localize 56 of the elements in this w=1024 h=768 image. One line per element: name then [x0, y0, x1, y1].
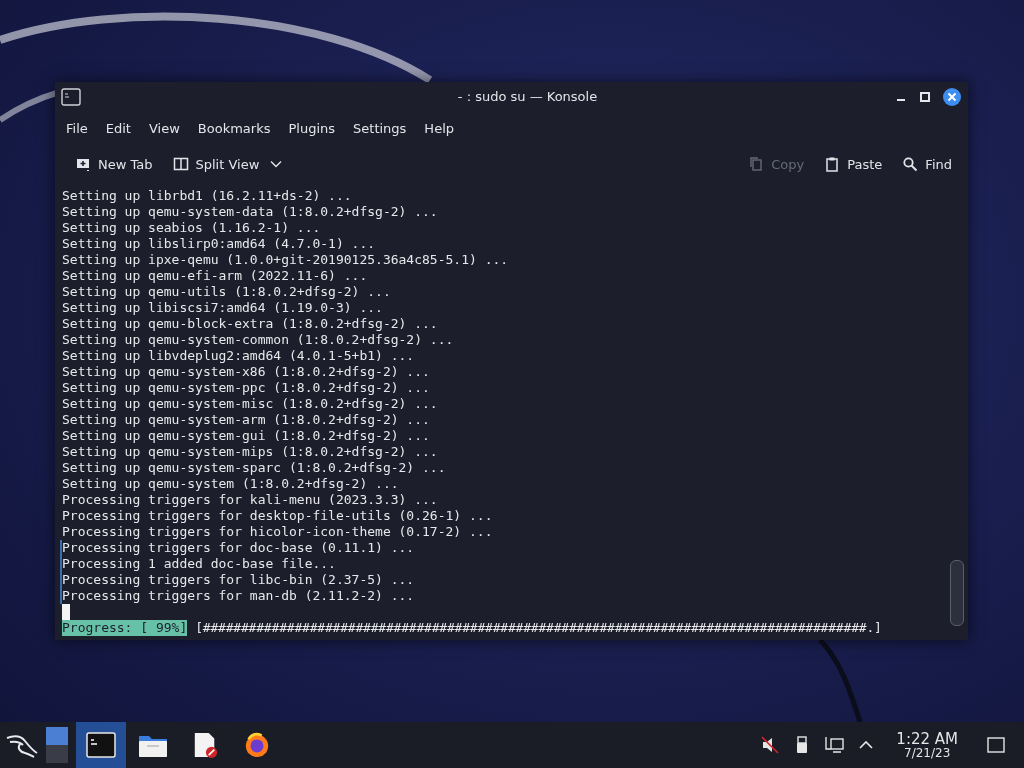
- terminal-line: Processing triggers for kali-menu (2023.3.3) ...: [61, 492, 439, 508]
- terminal-line: Setting up libslirp0:amd64 (4.7.0-1) ...: [61, 236, 377, 252]
- caret-icon: [270, 160, 283, 169]
- menu-item[interactable]: Plugins: [280, 116, 344, 140]
- terminal-line: Processing triggers for desktop-file-utils (0.26-1) ...: [61, 508, 494, 524]
- terminal-line: Setting up librbd1 (16.2.11+ds-2) ...: [61, 188, 353, 204]
- maximize-icon[interactable]: [918, 89, 932, 104]
- taskbar-app[interactable]: [76, 722, 126, 768]
- terminal-line: Setting up qemu-utils (1:8.0.2+dfsg-2) ...: [61, 284, 392, 300]
- clipboard-icon: [824, 156, 841, 173]
- terminal-line: Setting up qemu-system (1:8.0.2+dfsg-2) ...: [61, 476, 400, 492]
- terminal-icon: [86, 732, 116, 758]
- terminal-line: Setting up ipxe-qemu (1.0.0+git-20190125.36a4c85-5.1) ...: [61, 252, 510, 268]
- close-icon[interactable]: [942, 86, 962, 107]
- split-view-button[interactable]: Split View: [164, 151, 291, 178]
- terminal-line: Setting up libvdeplug2:amd64 (4.0.1-5+b1) ...: [61, 348, 416, 364]
- terminal-line: Processing triggers for doc-base (0.11.1) ...: [60, 540, 950, 556]
- terminal-line: Setting up qemu-system-arm (1:8.0.2+dfsg-2) ...: [61, 412, 431, 428]
- menu-item[interactable]: Settings: [345, 116, 415, 140]
- search-icon: [902, 156, 919, 173]
- progress-label: Progress: [ 99%]: [62, 620, 188, 636]
- menu-item[interactable]: File: [58, 116, 96, 140]
- wired-network-icon[interactable]: [824, 735, 845, 755]
- text-cursor: [62, 604, 70, 620]
- terminal-line: Setting up qemu-system-ppc (1:8.0.2+dfsg-2) ...: [61, 380, 431, 396]
- clock-time[interactable]: 1:22 AM: [896, 731, 958, 747]
- menu-item[interactable]: View: [140, 116, 188, 140]
- muted-speaker-icon[interactable]: [760, 735, 781, 755]
- terminal-line: Setting up qemu-system-data (1:8.0.2+dfsg-2) ...: [61, 204, 439, 220]
- terminal-line: Setting up qemu-system-x86 (1:8.0.2+dfsg-2) ...: [61, 364, 431, 380]
- terminal-line: Processing triggers for hicolor-icon-theme (0.17-2) ...: [61, 524, 494, 540]
- scrollbar-thumb[interactable]: [950, 560, 964, 626]
- paste-button[interactable]: Paste: [816, 151, 891, 178]
- copy-icon: [748, 156, 765, 173]
- new-tab-button[interactable]: New Tab: [67, 151, 161, 178]
- dragon-logo-icon[interactable]: [4, 732, 40, 758]
- split-view-icon: [172, 156, 189, 173]
- clock-date[interactable]: 7/21/23: [904, 746, 951, 759]
- window-title: - : sudo su — Konsole: [456, 89, 599, 105]
- new-tab-icon: [75, 156, 91, 173]
- terminal-line: Setting up seabios (1.16.2-1) ...: [61, 220, 322, 236]
- terminal-line: Setting up qemu-system-misc (1:8.0.2+dfsg-2) ...: [61, 396, 439, 412]
- terminal-line: Setting up libiscsi7:amd64 (1.19.0-3) ...: [61, 300, 384, 316]
- menu-item[interactable]: Bookmarks: [189, 116, 279, 140]
- terminal-line: Setting up qemu-block-extra (1:8.0.2+dfsg-2) ...: [61, 316, 439, 332]
- terminal-line: Setting up qemu-system-gui (1:8.0.2+dfsg-2) ...: [61, 428, 431, 444]
- terminal-line: Setting up qemu-system-common (1:8.0.2+dfsg-2) ...: [61, 332, 455, 348]
- show-desktop-icon[interactable]: [986, 735, 1006, 755]
- terminal-icon: [61, 87, 81, 106]
- menu-item[interactable]: Edit: [97, 116, 139, 140]
- find-button[interactable]: Find: [894, 151, 960, 178]
- terminal-line: Setting up qemu-system-sparc (1:8.0.2+dfsg-2) ...: [61, 460, 447, 476]
- menu-item[interactable]: Help: [416, 116, 462, 140]
- terminal-line: Setting up qemu-system-mips (1:8.0.2+dfsg-2) ...: [61, 444, 439, 460]
- progress-bar-text: [#######################################################################################.]: [195, 620, 882, 636]
- terminal-line: Setting up qemu-efi-arm (2022.11-6) ...: [61, 268, 369, 284]
